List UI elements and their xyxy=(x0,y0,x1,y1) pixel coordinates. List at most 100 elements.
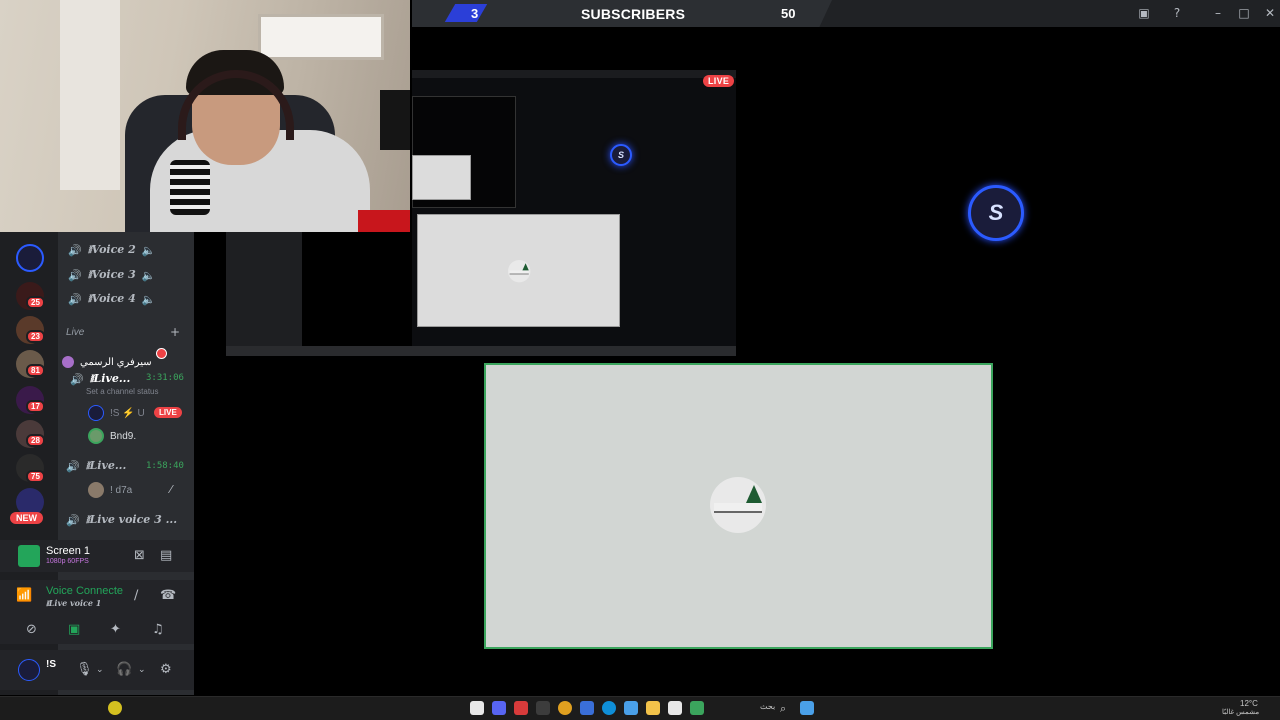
subscriber-bar: 3 SUBSCRIBERS 50 ▣ ? – □ ✕ xyxy=(412,0,1280,27)
taskbar-app-icon[interactable] xyxy=(690,701,704,715)
screen-title: Screen 1 xyxy=(46,545,91,557)
chevron-down-icon[interactable]: ⌄ xyxy=(138,662,146,678)
taskbar-app-icon[interactable] xyxy=(514,701,528,715)
live-channel-2[interactable]: 🔊 ⧚Live... xyxy=(66,457,126,475)
member-avatar xyxy=(88,428,104,444)
plane-thumbnail xyxy=(710,477,766,533)
weather-temp: 12°C xyxy=(1240,699,1258,708)
channel-logo: S xyxy=(968,185,1024,241)
channel-label: ⧚Voice 2 xyxy=(87,243,136,256)
file-explorer-icon[interactable] xyxy=(646,701,660,715)
category-live[interactable]: Live xyxy=(66,327,84,338)
close-icon[interactable]: ✕ xyxy=(1260,4,1280,22)
maximize-icon[interactable]: □ xyxy=(1234,4,1254,22)
webcam-window xyxy=(258,14,384,60)
mic-muted-icon: ⁄ xyxy=(170,483,172,496)
disconnect-icon[interactable]: ☎ xyxy=(160,588,176,604)
taskbar: بحث ⌕ 12°C مشمس غالبًا xyxy=(0,696,1280,720)
live-channel-1-timer: 3:31:06 xyxy=(146,373,184,383)
user-avatar[interactable] xyxy=(18,659,40,681)
speaker-icon: 🔊 xyxy=(68,292,82,306)
voice-channel-name: ⧚Live voice 1 xyxy=(46,598,102,608)
taskbar-app-icon[interactable] xyxy=(668,701,682,715)
microphone-icon[interactable]: 🎙 xyxy=(76,662,93,678)
voice-connected-panel: 📶 Voice Connecte ⧚Live voice 1 ∕ ☎ xyxy=(0,580,194,616)
server-icon[interactable] xyxy=(16,244,44,272)
discord-taskbar-icon[interactable] xyxy=(492,701,506,715)
speaker-icon: 🔊 xyxy=(70,372,84,386)
add-channel-icon[interactable]: + xyxy=(170,324,180,340)
subscriber-title: SUBSCRIBERS xyxy=(581,6,686,22)
speaker-icon: 🔊 xyxy=(68,268,82,282)
server-badge: 28 xyxy=(26,434,45,447)
share-screen-icon[interactable]: ▣ xyxy=(68,622,80,638)
member2-row[interactable]: ! d7a xyxy=(88,482,132,498)
channel-label: ⧚Live... xyxy=(89,372,131,385)
signal-icon[interactable]: 📶 xyxy=(16,588,32,604)
preview-bottom-strip xyxy=(226,346,736,356)
soundboard-icon[interactable]: ♫ xyxy=(152,622,164,638)
preview-logo-small: S xyxy=(610,144,632,166)
taskbar-app-icon[interactable] xyxy=(470,701,484,715)
set-channel-status[interactable]: Set a channel status xyxy=(86,387,159,396)
camera-off-icon[interactable]: ⊘ xyxy=(26,622,37,638)
server-name-label: سيرفري الرسمي xyxy=(80,356,152,368)
new-badge: NEW xyxy=(10,512,43,524)
member-row[interactable]: Bnd9. xyxy=(88,428,136,444)
tooltip-server-name: سيرفري الرسمي xyxy=(62,356,152,368)
plane-thumbnail-small xyxy=(508,260,531,283)
tray-app-icon[interactable] xyxy=(108,701,122,715)
chrome-taskbar-icon[interactable] xyxy=(558,701,572,715)
voice-status: Voice Connecte xyxy=(46,585,124,597)
gear-icon[interactable]: ⚙ xyxy=(160,662,172,678)
taskbar-app-icon[interactable] xyxy=(624,701,638,715)
noise-suppression-icon[interactable]: ∕ xyxy=(134,588,138,604)
webcam-object xyxy=(380,90,410,150)
minimize-icon[interactable]: – xyxy=(1208,4,1228,22)
taskbar-app-icon[interactable] xyxy=(580,701,594,715)
server-badge: 23 xyxy=(26,330,45,343)
screen-share-tile[interactable] xyxy=(484,363,993,649)
server-avatar xyxy=(62,356,74,368)
streamer-avatar xyxy=(88,405,104,421)
search-icon[interactable]: ⌕ xyxy=(780,701,786,717)
volume-icon: 🔈 xyxy=(141,243,156,257)
speaker-icon: 🔊 xyxy=(68,243,82,257)
server-badge: 81 xyxy=(26,364,45,377)
channel-label: ⧚Live... xyxy=(85,459,127,472)
live-channel-2-timer: 1:58:40 xyxy=(146,461,184,471)
edge-taskbar-icon[interactable] xyxy=(602,701,616,715)
red-object xyxy=(358,210,410,232)
search-label[interactable]: بحث xyxy=(760,702,775,711)
start-icon[interactable] xyxy=(800,701,814,715)
channel-label: ⧚Voice 4 xyxy=(87,292,136,305)
channel-label: ⧚Live voice 3 ... xyxy=(85,513,178,526)
live-channel-1[interactable]: 🔊 ⧚Live... xyxy=(70,370,130,388)
live-channel-3[interactable]: 🔊 ⧚Live voice 3 ... xyxy=(66,511,177,529)
user-panel: !S 🎙 ⌄ 🎧 ⌄ ⚙ xyxy=(0,650,194,690)
streamer-row[interactable]: !S ⚡ U xyxy=(88,405,145,421)
speaker-icon: 🔊 xyxy=(66,513,80,527)
stop-stream-icon[interactable]: ⊠ xyxy=(134,548,145,564)
voice-channel-3[interactable]: 🔊 ⧚Voice 3 🔈 xyxy=(68,266,155,284)
subscriber-left-count: 3 xyxy=(471,6,479,21)
preview-mini-tile xyxy=(412,155,471,200)
screen-share-icon[interactable]: ▣ xyxy=(1134,4,1154,22)
taskbar-app-icon[interactable] xyxy=(536,701,550,715)
server-badge: 25 xyxy=(26,296,45,309)
speaker-icon: 🔊 xyxy=(66,459,80,473)
voice-channel-4[interactable]: 🔊 ⧚Voice 4 🔈 xyxy=(68,290,155,308)
channel-label: ⧚Voice 3 xyxy=(87,268,136,281)
streamer-name: !S ⚡ U xyxy=(110,407,145,419)
headphones-icon[interactable]: 🎧 xyxy=(116,662,132,678)
weather-desc: مشمس غالبًا xyxy=(1222,709,1260,716)
voice-channel-2[interactable]: 🔊 ⧚Voice 2 🔈 xyxy=(68,241,155,259)
stream-settings-icon[interactable]: ▤ xyxy=(160,548,172,564)
activities-icon[interactable]: ✦ xyxy=(110,622,121,638)
screen-thumb-icon xyxy=(18,545,40,567)
help-icon[interactable]: ? xyxy=(1167,4,1187,22)
preview-sidebar-capture xyxy=(226,232,302,346)
chevron-down-icon[interactable]: ⌄ xyxy=(96,662,104,678)
member2-name: ! d7a xyxy=(110,484,133,496)
preview-titlebar xyxy=(412,70,736,78)
